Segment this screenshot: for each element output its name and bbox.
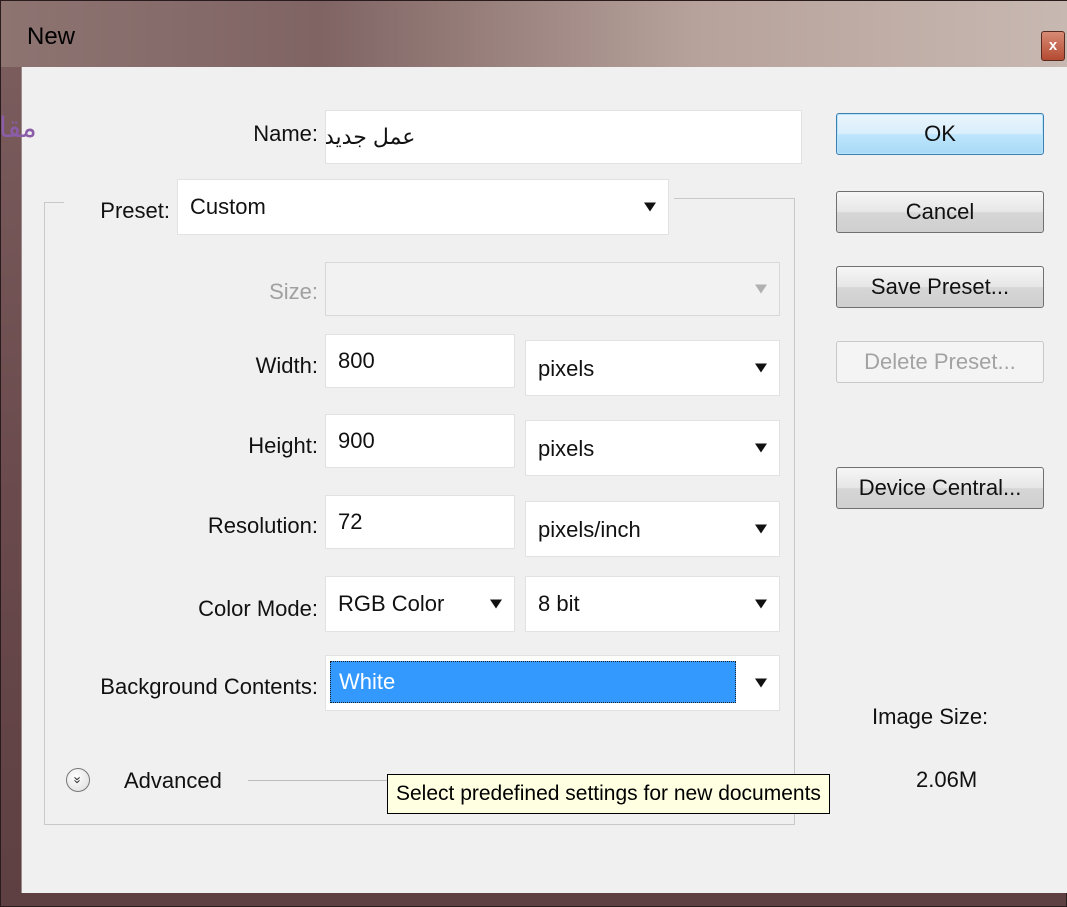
group-bottom-line: [44, 824, 795, 825]
color-mode-dropdown-arrow-icon: [490, 599, 502, 609]
preset-select[interactable]: Custom: [177, 179, 669, 235]
advanced-expand-glyph: »: [70, 776, 86, 784]
group-top-left-line: [44, 202, 64, 203]
title-bar[interactable]: New x: [1, 1, 1067, 67]
window-title: New: [27, 23, 76, 50]
height-unit-select[interactable]: pixels: [525, 420, 780, 476]
background-contents-label: Background Contents:: [100, 674, 318, 699]
size-select: [325, 262, 780, 316]
width-unit-select[interactable]: pixels: [525, 340, 780, 396]
cancel-button[interactable]: Cancel: [836, 191, 1044, 233]
width-unit-dropdown-arrow-icon: [755, 363, 767, 373]
resolution-unit-value: pixels/inch: [538, 517, 641, 542]
advanced-expand-icon[interactable]: »: [66, 768, 90, 792]
height-input[interactable]: 900: [325, 414, 515, 468]
resolution-unit-select[interactable]: pixels/inch: [525, 501, 780, 557]
height-unit-dropdown-arrow-icon: [755, 443, 767, 453]
image-size-value: 2.06M: [916, 767, 978, 792]
preset-label: Preset:: [100, 198, 170, 223]
bit-depth-select[interactable]: 8 bit: [525, 576, 780, 632]
resolution-value: 72: [338, 509, 363, 534]
background-contents-value: White: [330, 661, 736, 703]
width-label: Width:: [255, 353, 318, 378]
name-input[interactable]: عمل جديد: [325, 110, 802, 164]
group-top-right-line: [674, 198, 794, 199]
size-dropdown-arrow-icon: [755, 284, 767, 294]
bit-depth-dropdown-arrow-icon: [755, 599, 767, 609]
preset-value: Custom: [190, 194, 266, 219]
resolution-input[interactable]: 72: [325, 495, 515, 549]
resolution-label: Resolution:: [207, 513, 318, 538]
bit-depth-value: 8 bit: [538, 591, 580, 616]
group-left-line: [44, 202, 45, 825]
image-size-label: Image Size:: [872, 704, 989, 729]
height-value: 900: [338, 428, 375, 453]
device-central-button[interactable]: Device Central...: [836, 467, 1044, 509]
color-mode-select[interactable]: RGB Color: [325, 576, 515, 632]
size-label: Size:: [269, 279, 318, 304]
preset-dropdown-arrow-icon: [644, 202, 656, 212]
dialog-client-area: Name: عمل جديد Preset: Custom Size: Widt…: [21, 67, 1067, 893]
name-value: عمل جديد: [325, 124, 416, 149]
watermark-text: مقا: [0, 111, 37, 144]
new-document-dialog: New x Name: عمل جديد Preset: Custom Size…: [0, 0, 1067, 907]
name-label: Name:: [253, 121, 318, 146]
background-contents-dropdown-arrow-icon: [755, 678, 767, 688]
width-value: 800: [338, 348, 375, 373]
height-unit-value: pixels: [538, 436, 595, 461]
advanced-label[interactable]: Advanced: [124, 768, 222, 794]
close-icon[interactable]: x: [1041, 31, 1065, 61]
width-input[interactable]: 800: [325, 334, 515, 388]
background-contents-select[interactable]: White: [325, 655, 780, 711]
color-mode-label: Color Mode:: [198, 596, 318, 621]
width-unit-value: pixels: [538, 356, 595, 381]
resolution-unit-dropdown-arrow-icon: [755, 524, 767, 534]
color-mode-value: RGB Color: [338, 591, 445, 616]
ok-button[interactable]: OK: [836, 113, 1044, 155]
advanced-divider-line: [248, 780, 388, 781]
delete-preset-button: Delete Preset...: [836, 341, 1044, 383]
height-label: Height:: [248, 433, 318, 458]
group-right-line: [794, 198, 795, 825]
save-preset-button[interactable]: Save Preset...: [836, 266, 1044, 308]
preset-tooltip: Select predefined settings for new docum…: [387, 774, 830, 814]
